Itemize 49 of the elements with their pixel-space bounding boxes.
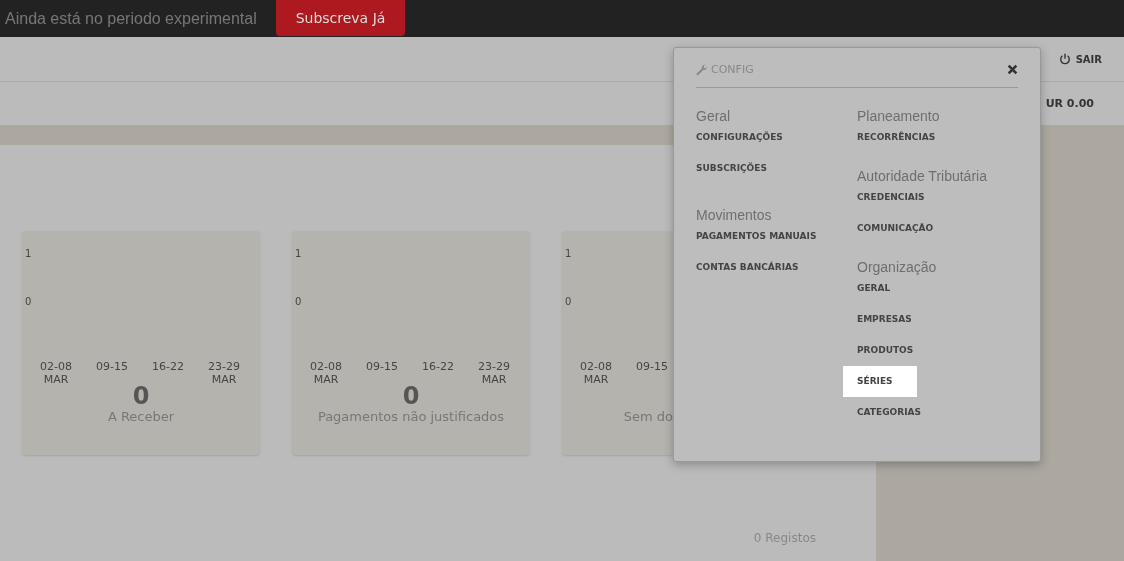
logout-link[interactable]: SAIR <box>1058 53 1102 65</box>
menu-item[interactable]: SUBSCRIÇÕES <box>682 153 791 184</box>
menu-item[interactable]: PAGAMENTOS MANUAIS <box>682 221 841 252</box>
menu-item[interactable]: EMPRESAS <box>843 304 936 335</box>
subscribe-button[interactable]: Subscreva Já <box>276 0 405 36</box>
card-caption: A Receber <box>107 409 175 424</box>
axis-tick: 09-15 <box>366 360 398 373</box>
axis-tick: MAR <box>211 373 237 386</box>
axis-tick: 16-22 <box>152 360 184 373</box>
menu-item[interactable]: RECORRÊNCIAS <box>843 122 960 153</box>
card-value: 0 <box>402 382 420 410</box>
menu-item[interactable]: SÉRIES <box>843 366 917 397</box>
card-caption: Sem do <box>623 409 673 424</box>
menu-item[interactable]: PRODUTOS <box>843 335 938 366</box>
menu-item[interactable]: COMUNICAÇÃO <box>843 213 958 244</box>
axis-tick: 16-22 <box>422 360 454 373</box>
axis-tick: MAR <box>583 373 609 386</box>
menu-item[interactable]: CONTAS BANCÁRIAS <box>682 252 823 283</box>
menu-item[interactable]: CONFIGURAÇÕES <box>682 122 807 153</box>
section-heading: Movimentos <box>696 207 772 223</box>
axis-tick: 02-08 <box>40 360 72 373</box>
axis-tick: 0 <box>295 296 302 307</box>
menu-item[interactable]: CREDENCIAIS <box>843 182 949 213</box>
axis-tick: 02-08 <box>310 360 342 373</box>
trial-message: Ainda está no periodo experimental <box>5 9 258 28</box>
power-icon <box>1058 53 1071 65</box>
close-icon[interactable] <box>1007 64 1018 75</box>
section-heading: Planeamento <box>857 108 940 124</box>
balance-amount: UR 0.00 <box>1045 97 1094 110</box>
axis-tick: 1 <box>25 248 32 259</box>
axis-tick: MAR <box>481 373 507 386</box>
axis-tick: MAR <box>43 373 69 386</box>
menu-item[interactable]: CATEGORIAS <box>843 397 945 428</box>
axis-tick: 1 <box>295 248 302 259</box>
section-heading: Geral <box>696 108 731 124</box>
card-caption: Pagamentos não justificados <box>317 409 505 424</box>
axis-tick: 02-08 <box>580 360 612 373</box>
axis-tick: 09-15 <box>636 360 668 373</box>
section-heading: Organização <box>857 259 937 275</box>
axis-tick: 23-29 <box>208 360 240 373</box>
axis-tick: 0 <box>25 296 32 307</box>
axis-tick: 23-29 <box>478 360 510 373</box>
axis-tick: MAR <box>313 373 339 386</box>
section-heading: Autoridade Tributária <box>857 168 987 184</box>
wrench-icon <box>696 63 708 76</box>
axis-tick: 0 <box>565 296 572 307</box>
axis-tick: 09-15 <box>96 360 128 373</box>
axis-tick: 1 <box>565 248 572 259</box>
card-value: 0 <box>132 382 150 410</box>
